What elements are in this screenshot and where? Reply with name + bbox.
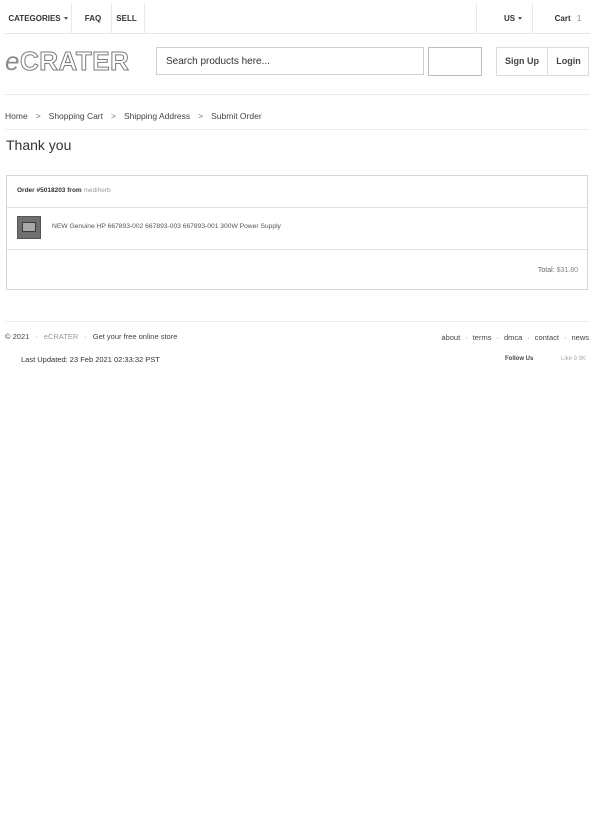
product-thumbnail[interactable] [17, 216, 41, 239]
footer-brand-link[interactable]: eCRATER [44, 332, 78, 341]
chevron-down-icon [518, 17, 523, 21]
footer-link-terms[interactable]: terms [473, 333, 492, 342]
chevron-down-icon [63, 17, 68, 21]
dot-separator: · [496, 333, 499, 342]
logo-crater: CRATER [19, 46, 130, 77]
breadcrumb-shopping-cart[interactable]: Shopping Cart [49, 111, 103, 121]
top-nav-bar: CATEGORIES FAQ SELL US Cart 1 [5, 4, 590, 34]
breadcrumb-shipping-address[interactable]: Shipping Address [124, 111, 190, 121]
order-summary: Order #5018203 from mediherb NEW Genuine… [6, 175, 588, 290]
order-total: Total: $31.80 [538, 267, 578, 274]
dot-separator: · [84, 332, 87, 341]
logo-e: e [5, 46, 20, 76]
divider [111, 4, 112, 33]
search-box [156, 47, 425, 75]
footer-link-news[interactable]: news [571, 333, 589, 342]
order-item-row: NEW Genuine HP 667893-002 667893-003 667… [7, 208, 587, 250]
login-button[interactable]: Login [548, 48, 589, 75]
footer-left: © 2021 · eCRATER · Get your free online stor… [5, 332, 177, 341]
cart-count-badge: 1 [576, 14, 582, 23]
footer-link-about[interactable]: about [441, 333, 460, 342]
divider [71, 4, 72, 33]
sell-link[interactable]: SELL [114, 4, 139, 33]
categories-menu[interactable]: CATEGORIES [5, 4, 71, 33]
breadcrumb-separator: > [35, 111, 41, 121]
divider [5, 321, 590, 322]
last-updated-text: Last Updated: 23 Feb 2021 02:33:32 PST [21, 355, 160, 364]
divider [5, 94, 590, 95]
country-selector[interactable]: US [500, 4, 526, 33]
divider [144, 4, 145, 33]
dot-separator: · [527, 333, 530, 342]
footer-links: about · terms · dmca · contact · news [441, 333, 589, 342]
footer-link-dmca[interactable]: dmca [504, 333, 522, 342]
cart-label: Cart [554, 14, 571, 23]
breadcrumb: Home > Shopping Cart > Shipping Address > Subm… [5, 111, 262, 121]
order-number: Order #5018203 [17, 187, 66, 194]
free-store-link[interactable]: Get your free online store [93, 332, 178, 341]
follow-us-button[interactable]: Follow Us [505, 356, 533, 362]
page-title: Thank you [6, 137, 72, 153]
faq-link[interactable]: FAQ [81, 4, 105, 33]
seller-link[interactable]: mediherb [84, 187, 111, 194]
breadcrumb-separator: > [198, 111, 204, 121]
order-header: Order #5018203 from mediherb [7, 176, 587, 208]
breadcrumb-submit-order: Submit Order [211, 111, 262, 121]
total-label: Total: [537, 267, 555, 274]
dot-separator: · [35, 332, 38, 341]
breadcrumb-separator: > [111, 111, 116, 121]
divider [476, 4, 477, 33]
like-button[interactable]: Like 9.9K [561, 356, 586, 362]
divider [5, 129, 590, 130]
dot-separator: · [563, 333, 567, 342]
search-input[interactable] [157, 48, 425, 74]
categories-label: CATEGORIES [8, 14, 61, 23]
divider [532, 4, 533, 33]
product-name-link[interactable]: NEW Genuine HP 667893-002 667893-003 667… [52, 223, 281, 230]
cart-link[interactable]: Cart 1 [551, 4, 585, 33]
order-from-label: from [67, 187, 82, 194]
breadcrumb-home[interactable]: Home [5, 111, 28, 121]
total-value: $31.80 [556, 267, 578, 274]
sign-up-button[interactable]: Sign Up [497, 48, 547, 75]
auth-buttons: Sign Up Login [496, 47, 589, 76]
country-label: US [503, 14, 516, 23]
dot-separator: · [465, 333, 468, 342]
footer-link-contact[interactable]: contact [535, 333, 559, 342]
copyright-text: © 2021 [5, 332, 30, 341]
ecrater-logo[interactable]: eCRATER [5, 46, 129, 77]
search-button[interactable] [428, 47, 482, 76]
